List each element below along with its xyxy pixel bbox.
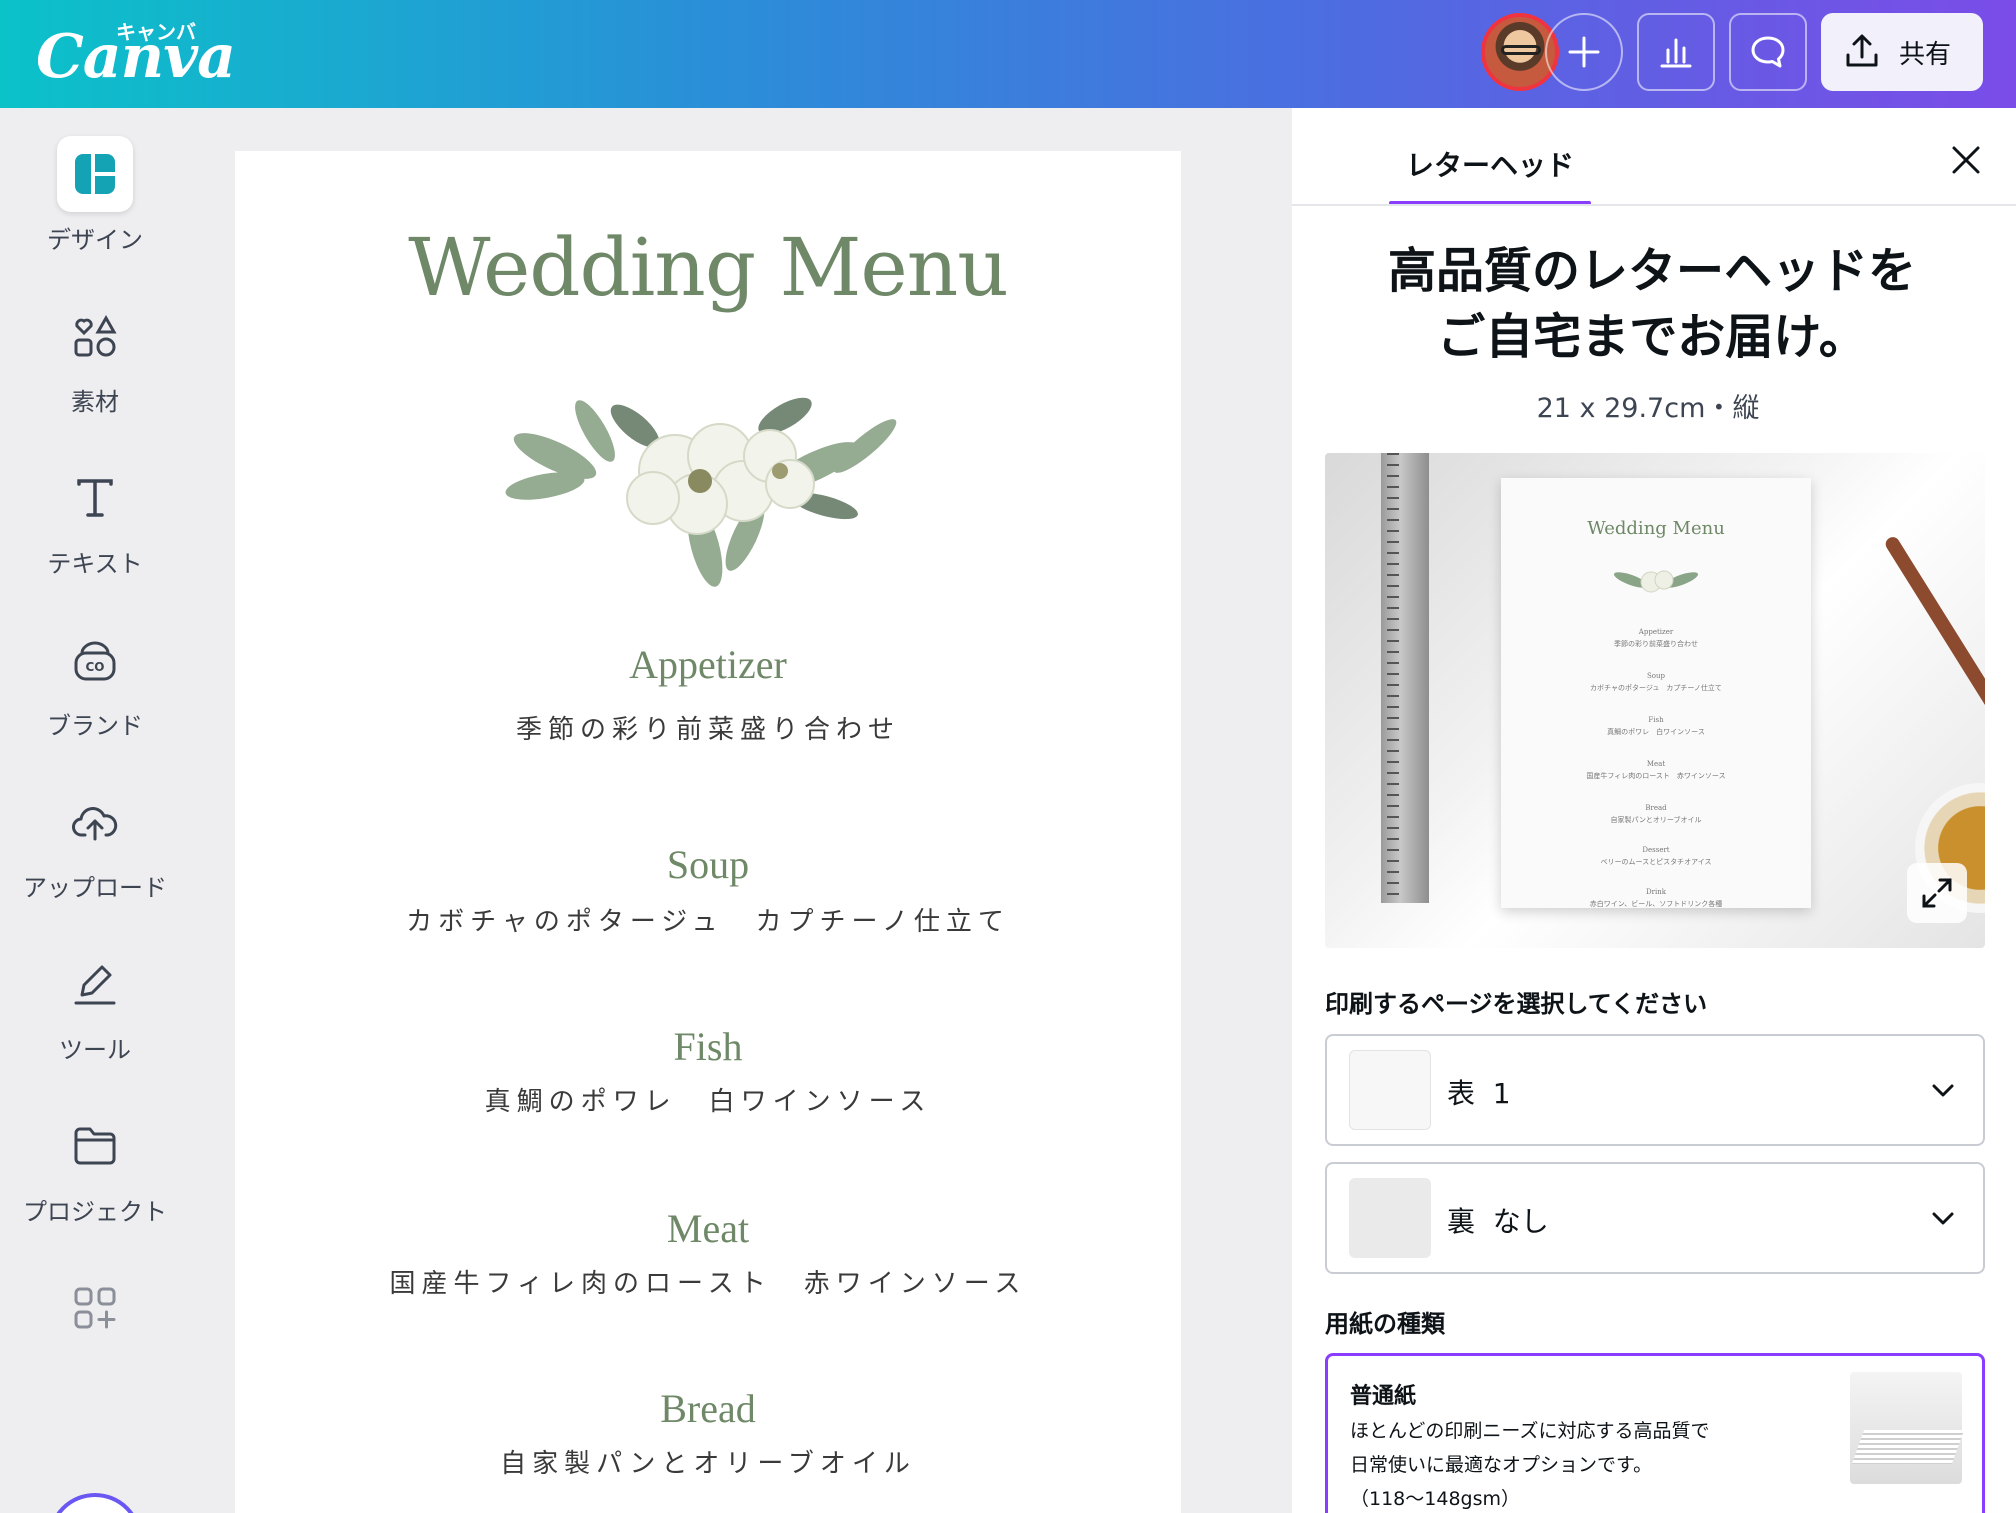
course-desc[interactable]: 真鯛のポワレ 白ワインソース bbox=[235, 1081, 1181, 1118]
course-desc[interactable]: 国産牛フィレ肉のロースト 赤ワインソース bbox=[235, 1263, 1181, 1300]
sidebar-item-uploads[interactable]: アップロード bbox=[0, 784, 190, 903]
share-button[interactable]: 共有 bbox=[1821, 13, 1983, 91]
sidebar-item-elements[interactable]: 素材 bbox=[0, 298, 190, 417]
upload-icon bbox=[72, 807, 118, 841]
course-desc[interactable]: 自家製パンとオリーブオイル bbox=[235, 1443, 1181, 1480]
chevron-down-icon bbox=[1932, 1212, 1954, 1225]
sidebar-item-tools[interactable]: ツール bbox=[0, 946, 190, 1065]
mini-course: Fish 真鯛のポワレ 白ワインソース bbox=[1607, 716, 1705, 736]
front-page-value: 表 1 bbox=[1447, 1077, 1511, 1110]
course-name[interactable]: Fish bbox=[235, 1023, 1181, 1070]
sidebar-label: テキスト bbox=[47, 550, 143, 578]
front-page-thumbnail bbox=[1349, 1050, 1431, 1130]
paper-option-name: 普通紙 bbox=[1350, 1384, 1417, 1409]
tab-letterhead[interactable]: レターヘッド bbox=[1390, 144, 1590, 184]
sidebar-label: ツール bbox=[59, 1036, 131, 1064]
sidebar-item-projects[interactable]: プロジェクト bbox=[0, 1108, 190, 1227]
mini-course: Meat 国産牛フィレ肉のロースト 赤ワインソース bbox=[1586, 760, 1726, 780]
pages-section-label: 印刷するページを選択してください bbox=[1325, 990, 1708, 1018]
add-collaborator-button[interactable] bbox=[1545, 13, 1623, 91]
plus-icon bbox=[1568, 36, 1600, 68]
close-panel-button[interactable] bbox=[1946, 140, 1986, 180]
sidebar-label: デザイン bbox=[47, 226, 143, 254]
mini-course: Soup カボチャのポタージュ カプチーノ仕立て bbox=[1590, 672, 1722, 692]
product-preview-image: Wedding Menu Appetizer 季節の彩り前菜盛り合わせ Soup カ… bbox=[1325, 453, 1985, 948]
share-upload-icon bbox=[1846, 34, 1878, 67]
back-page-value: 裏 なし bbox=[1447, 1205, 1549, 1238]
paper-option-desc: ほとんどの印刷ニーズに対応する高品質で 日常使いに最適なオプションです。 （11… bbox=[1350, 1420, 1710, 1510]
expand-preview-button[interactable] bbox=[1907, 863, 1967, 923]
logo-kana: キャンバ bbox=[116, 20, 196, 44]
course-name[interactable]: Appetizer bbox=[235, 641, 1181, 688]
share-label: 共有 bbox=[1899, 39, 1952, 70]
paper-dimensions: 21 x 29.7cm・縦 bbox=[1536, 393, 1760, 424]
insights-button[interactable] bbox=[1637, 13, 1715, 91]
sidebar-label: プロジェクト bbox=[23, 1198, 167, 1226]
design-icon bbox=[75, 154, 115, 194]
course-name[interactable]: Bread bbox=[235, 1385, 1181, 1432]
sidebar-label: アップロード bbox=[23, 874, 167, 902]
svg-text:CO: CO bbox=[85, 660, 104, 674]
mini-course: Bread 自家製パンとオリーブオイル bbox=[1610, 804, 1702, 824]
mini-title: Wedding Menu bbox=[1587, 518, 1725, 539]
print-panel: レターヘッド 高品質のレターヘッドを ご自宅までお届け。 21 x 29.7cm… bbox=[1292, 108, 2016, 1513]
headline-line-1: 高品質のレターヘッドを bbox=[1387, 243, 1916, 299]
course-desc[interactable]: 季節の彩り前菜盛り合わせ bbox=[235, 709, 1181, 746]
divider bbox=[1292, 204, 2016, 206]
front-page-select[interactable]: 表 1 bbox=[1325, 1034, 1985, 1146]
pen-image bbox=[1883, 534, 1985, 712]
mini-course: Appetizer 季節の彩り前菜盛り合わせ bbox=[1614, 628, 1698, 648]
paper-type-label: 用紙の種類 bbox=[1325, 1310, 1445, 1338]
menu-title[interactable]: Wedding Menu bbox=[235, 221, 1181, 314]
close-icon bbox=[1952, 146, 1980, 174]
sidebar-item-brand[interactable]: CO ブランド bbox=[0, 622, 190, 741]
headline-line-2: ご自宅までお届け。 bbox=[1437, 309, 1867, 365]
tools-icon bbox=[74, 965, 116, 1005]
mini-floral bbox=[1613, 570, 1699, 593]
course-name[interactable]: Soup bbox=[235, 841, 1181, 888]
elements-icon bbox=[74, 314, 117, 357]
comments-button[interactable] bbox=[1729, 13, 1807, 91]
expand-icon bbox=[1922, 878, 1952, 908]
panel-headline: 高品質のレターヘッドを ご自宅までお届け。 bbox=[1322, 238, 1982, 370]
floral-illustration[interactable] bbox=[485, 376, 925, 596]
left-sidebar: デザイン 素材 テキスト CO ブランド アップロード ツール プロジェクト bbox=[0, 108, 190, 1513]
course-desc[interactable]: カボチャのポタージュ カプチーノ仕立て bbox=[235, 901, 1181, 938]
mini-course: Dessert ベリーのムースとピスタチオアイス bbox=[1600, 846, 1712, 866]
mini-course: Drink 赤白ワイン、ビール、ソフトドリンク各種 bbox=[1589, 888, 1723, 908]
sidebar-label: 素材 bbox=[71, 388, 119, 416]
top-bar: キャンバ Canva 共有 bbox=[0, 0, 2016, 108]
magic-ai-button[interactable] bbox=[48, 1493, 142, 1513]
back-page-select[interactable]: 裏 なし bbox=[1325, 1162, 1985, 1274]
paper-option-plain[interactable]: 普通紙 ほとんどの印刷ニーズに対応する高品質で 日常使いに最適なオプションです。… bbox=[1325, 1353, 1985, 1513]
editor-canvas: Wedding Menu Appetizer 季節の彩り前菜盛り合わせ Soup… bbox=[190, 108, 1292, 1513]
canva-logo[interactable]: キャンバ Canva bbox=[36, 20, 236, 92]
bar-chart-icon bbox=[1660, 38, 1692, 68]
projects-icon bbox=[74, 1127, 116, 1165]
back-page-thumbnail bbox=[1349, 1178, 1431, 1258]
brand-icon: CO bbox=[74, 641, 116, 681]
sidebar-label: ブランド bbox=[47, 712, 143, 740]
ruler-image bbox=[1381, 453, 1429, 903]
design-page[interactable]: Wedding Menu Appetizer 季節の彩り前菜盛り合わせ Soup… bbox=[235, 151, 1181, 1513]
mini-menu-page: Wedding Menu Appetizer 季節の彩り前菜盛り合わせ Soup カ… bbox=[1501, 478, 1811, 908]
chevron-down-icon bbox=[1932, 1084, 1954, 1097]
apps-icon bbox=[74, 1287, 116, 1329]
sidebar-item-apps[interactable] bbox=[0, 1270, 190, 1346]
comment-icon bbox=[1751, 36, 1785, 68]
course-name[interactable]: Meat bbox=[235, 1205, 1181, 1252]
sidebar-item-design[interactable]: デザイン bbox=[0, 136, 190, 255]
text-icon bbox=[77, 479, 113, 517]
paper-stack-image bbox=[1850, 1372, 1962, 1484]
sidebar-item-text[interactable]: テキスト bbox=[0, 460, 190, 579]
